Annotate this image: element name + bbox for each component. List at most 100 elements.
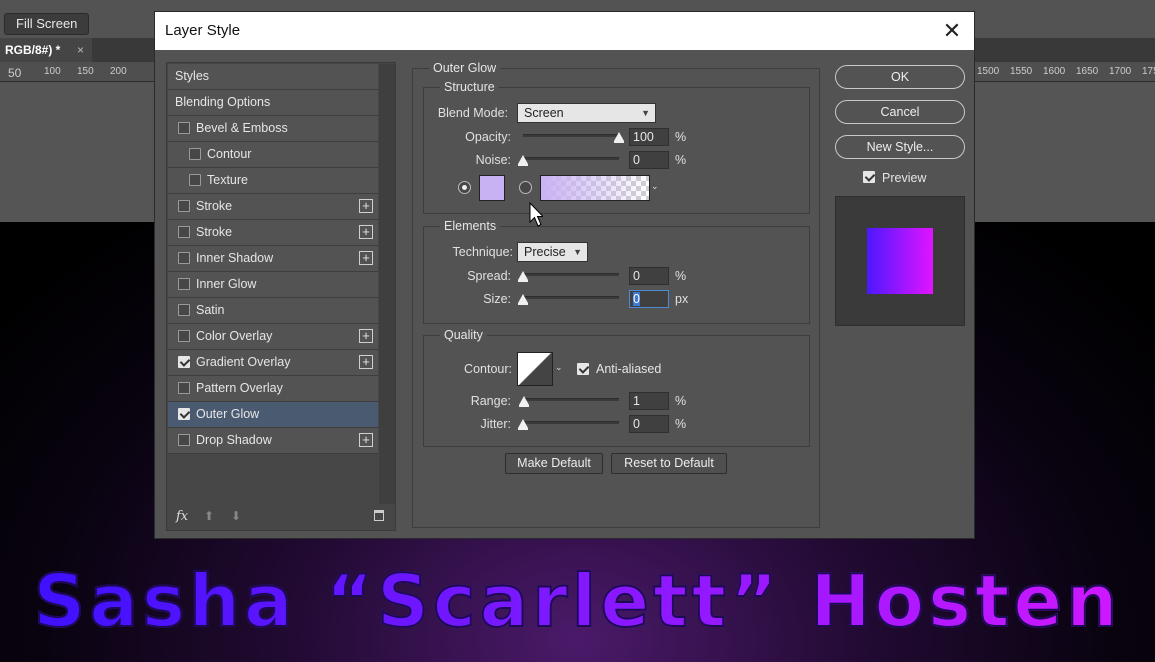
- style-checkbox[interactable]: [189, 174, 201, 186]
- style-list-item[interactable]: Drop Shadow +: [168, 428, 378, 454]
- jitter-slider-thumb[interactable]: [518, 419, 528, 430]
- preview-checkbox[interactable]: [863, 171, 875, 183]
- noise-input[interactable]: 0: [629, 151, 669, 169]
- style-list-item[interactable]: Bevel & Emboss: [168, 116, 378, 142]
- size-input[interactable]: 0: [629, 290, 669, 308]
- style-item-label: Bevel & Emboss: [196, 121, 288, 135]
- noise-label: Noise:: [475, 153, 511, 167]
- range-slider[interactable]: [518, 396, 619, 407]
- solid-color-radio[interactable]: [458, 181, 471, 194]
- style-list-item[interactable]: Stroke +: [168, 194, 378, 220]
- cancel-button[interactable]: Cancel: [835, 100, 965, 124]
- ok-button[interactable]: OK: [835, 65, 965, 89]
- style-checkbox[interactable]: [178, 408, 190, 420]
- contour-picker[interactable]: [517, 352, 553, 386]
- style-list-item[interactable]: Stroke +: [168, 220, 378, 246]
- dialog-titlebar[interactable]: Layer Style ✕: [155, 12, 974, 50]
- size-value: 0: [633, 292, 640, 306]
- style-checkbox[interactable]: [178, 278, 190, 290]
- range-unit: %: [675, 394, 687, 408]
- chevron-down-icon[interactable]: ⌄: [651, 181, 659, 192]
- anti-aliased-checkbox[interactable]: [577, 363, 589, 375]
- noise-value: 0: [633, 153, 640, 167]
- style-checkbox[interactable]: [178, 200, 190, 212]
- opacity-slider-thumb[interactable]: [614, 132, 624, 143]
- style-list-item[interactable]: Texture: [168, 168, 378, 194]
- style-list-item[interactable]: Outer Glow: [168, 402, 378, 428]
- spread-slider-thumb[interactable]: [518, 271, 528, 282]
- jitter-value: 0: [633, 417, 640, 431]
- reset-to-default-button[interactable]: Reset to Default: [611, 453, 727, 474]
- move-down-icon[interactable]: ⬇: [231, 509, 241, 523]
- size-slider[interactable]: [518, 294, 619, 305]
- style-item-label: Color Overlay: [196, 329, 273, 343]
- structure-group: Structure Blend Mode: Screen ▼ Opacity: …: [423, 80, 810, 214]
- range-input[interactable]: 1: [629, 392, 669, 410]
- style-list-item[interactable]: Color Overlay +: [168, 324, 378, 350]
- style-checkbox[interactable]: [178, 356, 190, 368]
- chevron-down-icon[interactable]: ⌄: [555, 362, 563, 373]
- technique-value: Precise: [524, 245, 566, 259]
- add-style-icon[interactable]: +: [359, 433, 373, 447]
- add-style-icon[interactable]: +: [359, 251, 373, 265]
- style-checkbox[interactable]: [178, 382, 190, 394]
- glow-gradient-picker[interactable]: [540, 175, 650, 201]
- opacity-input[interactable]: 100: [629, 128, 669, 146]
- style-checkbox[interactable]: [178, 226, 190, 238]
- style-list-item[interactable]: Inner Glow: [168, 272, 378, 298]
- outer-glow-title: Outer Glow: [429, 61, 501, 75]
- fill-screen-button[interactable]: Fill Screen: [4, 13, 90, 35]
- fx-icon[interactable]: fx: [176, 509, 188, 524]
- spread-slider[interactable]: [518, 271, 619, 282]
- style-item-label: Inner Shadow: [196, 251, 274, 265]
- gradient-radio[interactable]: [519, 181, 532, 194]
- jitter-slider[interactable]: [518, 419, 619, 430]
- close-tab-icon[interactable]: ×: [77, 38, 84, 62]
- style-list-item[interactable]: Pattern Overlay: [168, 376, 378, 402]
- close-icon[interactable]: ✕: [940, 19, 964, 43]
- range-slider-thumb[interactable]: [518, 396, 529, 407]
- technique-label: Technique:: [452, 245, 513, 259]
- move-up-icon[interactable]: ⬆: [204, 509, 214, 523]
- chevron-down-icon: ▼: [573, 247, 582, 257]
- blend-mode-select[interactable]: Screen ▼: [517, 103, 656, 123]
- blend-mode-label: Blend Mode:: [437, 106, 508, 120]
- styles-scrollbar[interactable]: [379, 64, 395, 504]
- add-style-icon[interactable]: +: [359, 355, 373, 369]
- style-list-item[interactable]: Contour: [168, 142, 378, 168]
- jitter-label: Jitter:: [480, 417, 511, 431]
- style-checkbox[interactable]: [178, 434, 190, 446]
- style-item-label: Satin: [196, 303, 225, 317]
- quality-title: Quality: [440, 328, 487, 342]
- ruler-label: 200: [110, 66, 127, 77]
- style-list-item[interactable]: Inner Shadow +: [168, 246, 378, 272]
- style-item-label: Pattern Overlay: [196, 381, 283, 395]
- contour-label: Contour:: [464, 362, 512, 376]
- style-item-label: Inner Glow: [196, 277, 257, 291]
- trash-icon[interactable]: [374, 510, 384, 521]
- add-style-icon[interactable]: +: [359, 225, 373, 239]
- style-list-item[interactable]: Styles: [168, 64, 378, 90]
- jitter-input[interactable]: 0: [629, 415, 669, 433]
- style-checkbox[interactable]: [189, 148, 201, 160]
- style-list-item[interactable]: Satin: [168, 298, 378, 324]
- new-style-button[interactable]: New Style...: [835, 135, 965, 159]
- make-default-button[interactable]: Make Default: [505, 453, 603, 474]
- size-slider-thumb[interactable]: [518, 294, 528, 305]
- elements-title: Elements: [440, 219, 501, 233]
- style-checkbox[interactable]: [178, 252, 190, 264]
- opacity-slider[interactable]: [523, 132, 624, 143]
- add-style-icon[interactable]: +: [359, 199, 373, 213]
- style-list-item[interactable]: Blending Options: [168, 90, 378, 116]
- technique-select[interactable]: Precise ▼: [517, 242, 588, 262]
- glow-color-swatch[interactable]: [479, 175, 505, 201]
- style-checkbox[interactable]: [178, 330, 190, 342]
- style-checkbox[interactable]: [178, 122, 190, 134]
- style-checkbox[interactable]: [178, 304, 190, 316]
- add-style-icon[interactable]: +: [359, 329, 373, 343]
- noise-slider[interactable]: [518, 155, 619, 166]
- style-list-item[interactable]: Gradient Overlay +: [168, 350, 378, 376]
- spread-input[interactable]: 0: [629, 267, 669, 285]
- document-tab[interactable]: RGB/8#) * ×: [0, 38, 92, 62]
- noise-slider-thumb[interactable]: [518, 155, 528, 166]
